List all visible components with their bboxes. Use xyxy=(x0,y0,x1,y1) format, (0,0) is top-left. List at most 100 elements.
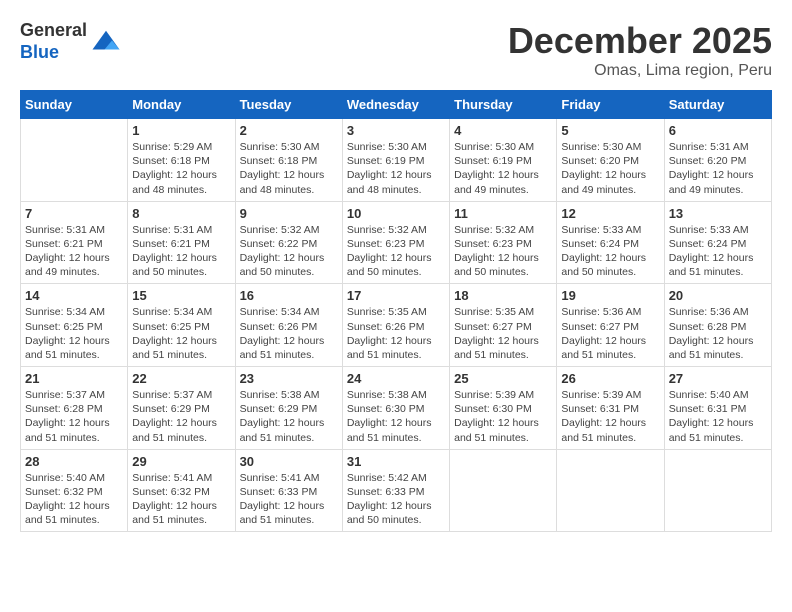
day-cell: 16 Sunrise: 5:34 AM Sunset: 6:26 PM Dayli… xyxy=(235,284,342,367)
logo: General Blue xyxy=(20,20,121,63)
day-number: 9 xyxy=(240,206,338,221)
page-header: General Blue December 2025 Omas, Lima re… xyxy=(20,20,772,80)
day-info: Sunrise: 5:31 AM Sunset: 6:21 PM Dayligh… xyxy=(25,223,123,280)
day-cell: 27 Sunrise: 5:40 AM Sunset: 6:31 PM Dayli… xyxy=(664,367,771,450)
day-info: Sunrise: 5:35 AM Sunset: 6:27 PM Dayligh… xyxy=(454,305,552,362)
day-number: 23 xyxy=(240,371,338,386)
calendar-header: SundayMondayTuesdayWednesdayThursdayFrid… xyxy=(21,91,772,119)
day-cell: 29 Sunrise: 5:41 AM Sunset: 6:32 PM Dayli… xyxy=(128,449,235,532)
day-number: 8 xyxy=(132,206,230,221)
day-info: Sunrise: 5:30 AM Sunset: 6:18 PM Dayligh… xyxy=(240,140,338,197)
day-number: 16 xyxy=(240,288,338,303)
day-cell: 12Sunrise: 5:33 AM Sunset: 6:24 PM Dayli… xyxy=(557,201,664,284)
day-number: 19 xyxy=(561,288,659,303)
day-info: Sunrise: 5:39 AM Sunset: 6:30 PM Dayligh… xyxy=(454,388,552,445)
day-number: 2 xyxy=(240,123,338,138)
day-info: Sunrise: 5:35 AM Sunset: 6:26 PM Dayligh… xyxy=(347,305,445,362)
day-number: 4 xyxy=(454,123,552,138)
weekday-row: SundayMondayTuesdayWednesdayThursdayFrid… xyxy=(21,91,772,119)
day-cell: 21Sunrise: 5:37 AM Sunset: 6:28 PM Dayli… xyxy=(21,367,128,450)
day-info: Sunrise: 5:38 AM Sunset: 6:30 PM Dayligh… xyxy=(347,388,445,445)
day-cell xyxy=(450,449,557,532)
day-cell: 4 Sunrise: 5:30 AM Sunset: 6:19 PM Daylig… xyxy=(450,119,557,202)
day-info: Sunrise: 5:31 AM Sunset: 6:21 PM Dayligh… xyxy=(132,223,230,280)
day-number: 15 xyxy=(132,288,230,303)
day-cell: 20 Sunrise: 5:36 AM Sunset: 6:28 PM Dayli… xyxy=(664,284,771,367)
logo-icon xyxy=(91,27,121,57)
day-cell: 23Sunrise: 5:38 AM Sunset: 6:29 PM Dayli… xyxy=(235,367,342,450)
day-info: Sunrise: 5:42 AM Sunset: 6:33 PM Dayligh… xyxy=(347,471,445,528)
day-number: 30 xyxy=(240,454,338,469)
day-info: Sunrise: 5:37 AM Sunset: 6:28 PM Dayligh… xyxy=(25,388,123,445)
day-number: 27 xyxy=(669,371,767,386)
day-cell: 25Sunrise: 5:39 AM Sunset: 6:30 PM Dayli… xyxy=(450,367,557,450)
day-info: Sunrise: 5:40 AM Sunset: 6:32 PM Dayligh… xyxy=(25,471,123,528)
day-cell: 1 Sunrise: 5:29 AM Sunset: 6:18 PM Daylig… xyxy=(128,119,235,202)
weekday-tuesday: Tuesday xyxy=(235,91,342,119)
day-info: Sunrise: 5:39 AM Sunset: 6:31 PM Dayligh… xyxy=(561,388,659,445)
day-cell: 28 Sunrise: 5:40 AM Sunset: 6:32 PM Dayli… xyxy=(21,449,128,532)
day-cell: 10Sunrise: 5:32 AM Sunset: 6:23 PM Dayli… xyxy=(342,201,449,284)
day-cell: 24 Sunrise: 5:38 AM Sunset: 6:30 PM Dayli… xyxy=(342,367,449,450)
day-info: Sunrise: 5:29 AM Sunset: 6:18 PM Dayligh… xyxy=(132,140,230,197)
day-cell xyxy=(21,119,128,202)
day-cell: 30 Sunrise: 5:41 AM Sunset: 6:33 PM Dayli… xyxy=(235,449,342,532)
calendar-body: 1 Sunrise: 5:29 AM Sunset: 6:18 PM Daylig… xyxy=(21,119,772,532)
weekday-friday: Friday xyxy=(557,91,664,119)
subtitle: Omas, Lima region, Peru xyxy=(508,62,772,80)
day-number: 14 xyxy=(25,288,123,303)
day-info: Sunrise: 5:36 AM Sunset: 6:27 PM Dayligh… xyxy=(561,305,659,362)
day-info: Sunrise: 5:34 AM Sunset: 6:26 PM Dayligh… xyxy=(240,305,338,362)
day-info: Sunrise: 5:32 AM Sunset: 6:22 PM Dayligh… xyxy=(240,223,338,280)
day-number: 6 xyxy=(669,123,767,138)
weekday-thursday: Thursday xyxy=(450,91,557,119)
day-cell: 9 Sunrise: 5:32 AM Sunset: 6:22 PM Daylig… xyxy=(235,201,342,284)
day-info: Sunrise: 5:33 AM Sunset: 6:24 PM Dayligh… xyxy=(561,223,659,280)
day-number: 31 xyxy=(347,454,445,469)
day-info: Sunrise: 5:34 AM Sunset: 6:25 PM Dayligh… xyxy=(25,305,123,362)
day-info: Sunrise: 5:41 AM Sunset: 6:33 PM Dayligh… xyxy=(240,471,338,528)
day-cell: 13 Sunrise: 5:33 AM Sunset: 6:24 PM Dayli… xyxy=(664,201,771,284)
day-cell: 17Sunrise: 5:35 AM Sunset: 6:26 PM Dayli… xyxy=(342,284,449,367)
day-info: Sunrise: 5:31 AM Sunset: 6:20 PM Dayligh… xyxy=(669,140,767,197)
day-cell: 7Sunrise: 5:31 AM Sunset: 6:21 PM Daylig… xyxy=(21,201,128,284)
day-info: Sunrise: 5:32 AM Sunset: 6:23 PM Dayligh… xyxy=(454,223,552,280)
weekday-saturday: Saturday xyxy=(664,91,771,119)
day-number: 29 xyxy=(132,454,230,469)
weekday-monday: Monday xyxy=(128,91,235,119)
day-number: 22 xyxy=(132,371,230,386)
day-number: 18 xyxy=(454,288,552,303)
day-cell: 19 Sunrise: 5:36 AM Sunset: 6:27 PM Dayli… xyxy=(557,284,664,367)
week-row-5: 28 Sunrise: 5:40 AM Sunset: 6:32 PM Dayli… xyxy=(21,449,772,532)
day-info: Sunrise: 5:41 AM Sunset: 6:32 PM Dayligh… xyxy=(132,471,230,528)
day-number: 1 xyxy=(132,123,230,138)
day-cell: 15 Sunrise: 5:34 AM Sunset: 6:25 PM Dayli… xyxy=(128,284,235,367)
title-block: December 2025 Omas, Lima region, Peru xyxy=(508,20,772,80)
day-cell: 3Sunrise: 5:30 AM Sunset: 6:19 PM Daylig… xyxy=(342,119,449,202)
day-cell: 2 Sunrise: 5:30 AM Sunset: 6:18 PM Daylig… xyxy=(235,119,342,202)
main-title: December 2025 xyxy=(508,20,772,62)
weekday-wednesday: Wednesday xyxy=(342,91,449,119)
day-info: Sunrise: 5:36 AM Sunset: 6:28 PM Dayligh… xyxy=(669,305,767,362)
day-number: 11 xyxy=(454,206,552,221)
day-info: Sunrise: 5:30 AM Sunset: 6:19 PM Dayligh… xyxy=(454,140,552,197)
day-number: 24 xyxy=(347,371,445,386)
day-cell: 18 Sunrise: 5:35 AM Sunset: 6:27 PM Dayli… xyxy=(450,284,557,367)
calendar-table: SundayMondayTuesdayWednesdayThursdayFrid… xyxy=(20,90,772,532)
week-row-4: 21Sunrise: 5:37 AM Sunset: 6:28 PM Dayli… xyxy=(21,367,772,450)
day-info: Sunrise: 5:34 AM Sunset: 6:25 PM Dayligh… xyxy=(132,305,230,362)
day-cell: 14 Sunrise: 5:34 AM Sunset: 6:25 PM Dayli… xyxy=(21,284,128,367)
day-number: 28 xyxy=(25,454,123,469)
logo-text: General Blue xyxy=(20,20,121,63)
day-cell: 5Sunrise: 5:30 AM Sunset: 6:20 PM Daylig… xyxy=(557,119,664,202)
day-cell xyxy=(557,449,664,532)
day-info: Sunrise: 5:40 AM Sunset: 6:31 PM Dayligh… xyxy=(669,388,767,445)
day-info: Sunrise: 5:37 AM Sunset: 6:29 PM Dayligh… xyxy=(132,388,230,445)
day-cell: 31 Sunrise: 5:42 AM Sunset: 6:33 PM Dayli… xyxy=(342,449,449,532)
day-number: 20 xyxy=(669,288,767,303)
day-number: 10 xyxy=(347,206,445,221)
day-number: 13 xyxy=(669,206,767,221)
day-info: Sunrise: 5:30 AM Sunset: 6:19 PM Dayligh… xyxy=(347,140,445,197)
day-info: Sunrise: 5:33 AM Sunset: 6:24 PM Dayligh… xyxy=(669,223,767,280)
week-row-2: 7Sunrise: 5:31 AM Sunset: 6:21 PM Daylig… xyxy=(21,201,772,284)
